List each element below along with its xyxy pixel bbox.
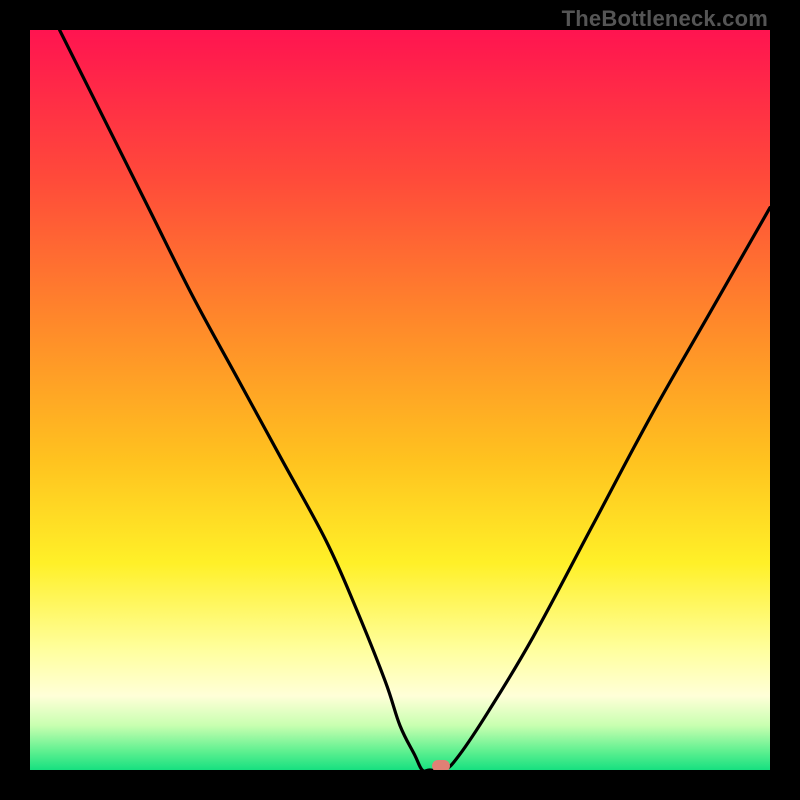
attribution-label: TheBottleneck.com [562,6,768,32]
chart-frame: TheBottleneck.com [0,0,800,800]
plot-area [30,30,770,770]
optimum-marker [432,760,450,770]
bottleneck-curve [30,30,770,770]
